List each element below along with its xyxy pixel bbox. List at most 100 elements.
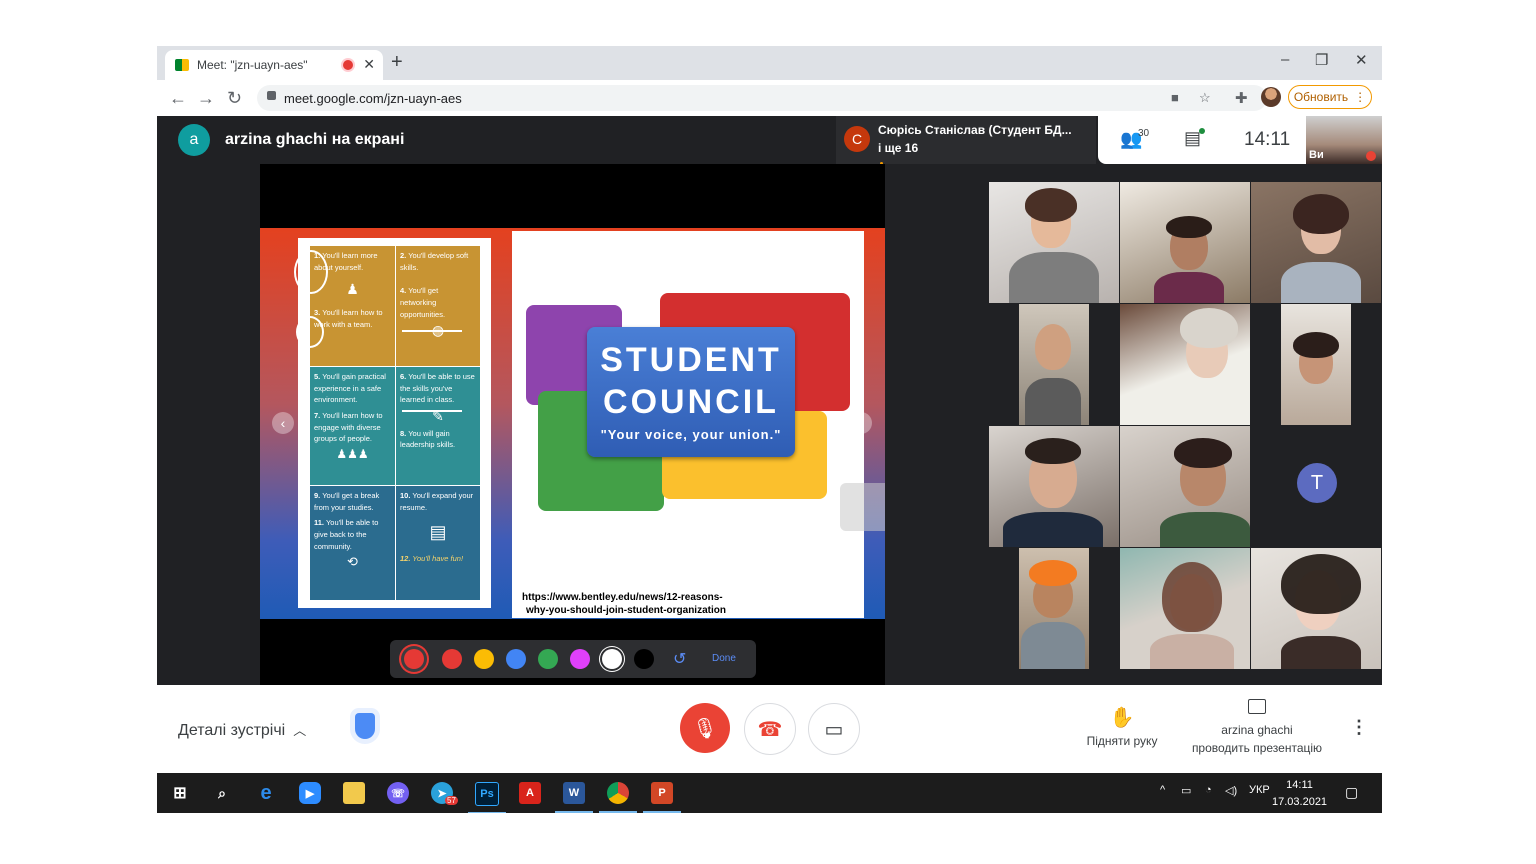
update-button[interactable]: Обновить ⋮ bbox=[1288, 85, 1372, 109]
close-window-icon[interactable]: ✕ bbox=[1355, 51, 1368, 69]
infographic-cell: 6. You'll be able to use the skills you'… bbox=[396, 367, 480, 485]
presenting-button[interactable]: arzina ghachi проводить презентацію bbox=[1182, 699, 1332, 757]
participant-tile[interactable] bbox=[1120, 426, 1250, 547]
active-speaker-chip[interactable]: С Сюрісь Станіслав (Студент БД... і ще 1… bbox=[836, 116, 1096, 165]
photoshop-icon[interactable]: Ps bbox=[468, 782, 506, 813]
file-explorer-icon[interactable] bbox=[343, 782, 365, 804]
leave-call-button[interactable]: ☎ bbox=[744, 703, 796, 755]
extensions-icon[interactable]: ✚ bbox=[1235, 89, 1248, 107]
presenter-bar: a arzina ghachi на екрані bbox=[157, 116, 837, 164]
annotation-stroke bbox=[308, 378, 316, 448]
participant-body bbox=[1281, 636, 1361, 669]
resume-icon: ▤ bbox=[429, 522, 447, 543]
volume-icon[interactable]: ◁) bbox=[1225, 784, 1237, 797]
camera-toggle-button[interactable]: ▭ bbox=[808, 703, 860, 755]
pen-color-pink[interactable] bbox=[570, 649, 590, 669]
powerpoint-icon[interactable]: P bbox=[643, 782, 681, 813]
participant-face bbox=[1035, 324, 1071, 370]
meeting-clock: 14:11 bbox=[1244, 129, 1291, 150]
participant-hair bbox=[1281, 554, 1361, 614]
participant-tile[interactable] bbox=[1120, 304, 1250, 425]
council-line2: COUNCIL bbox=[603, 383, 779, 421]
acrobat-icon[interactable]: A bbox=[519, 782, 541, 804]
mic-off-icon: 🎙 bbox=[692, 717, 718, 740]
minimize-icon[interactable]: – bbox=[1281, 51, 1289, 68]
source-url-line2: why-you-should-join-student-organization bbox=[526, 605, 726, 616]
raise-hand-button[interactable]: ✋ Підняти руку bbox=[1082, 705, 1162, 748]
pen-selected-icon[interactable] bbox=[404, 649, 424, 669]
presenter-avatar: a bbox=[178, 124, 210, 156]
address-bar[interactable]: meet.google.com/jzn-uayn-aes ■ ☆ bbox=[257, 85, 1267, 111]
pen-color-blue[interactable] bbox=[506, 649, 526, 669]
camera-icon: ▭ bbox=[824, 718, 844, 741]
zoom-icon[interactable]: ▶ bbox=[299, 782, 321, 804]
language-indicator[interactable]: УКР bbox=[1249, 784, 1270, 796]
participant-tile[interactable] bbox=[1120, 548, 1250, 669]
new-tab-icon[interactable]: + bbox=[391, 51, 403, 74]
bookmark-star-icon[interactable]: ☆ bbox=[1199, 90, 1211, 106]
word-icon[interactable]: W bbox=[555, 782, 593, 813]
pen-color-tray: ↺ Done bbox=[390, 640, 756, 678]
participant-tile[interactable] bbox=[989, 304, 1119, 425]
raise-hand-label: Підняти руку bbox=[1086, 734, 1158, 748]
source-url-line1: https://www.bentley.edu/news/12-reasons- bbox=[522, 592, 723, 603]
restore-icon[interactable]: ❐ bbox=[1315, 51, 1328, 69]
meeting-details-button[interactable]: Деталі зустрічі ︿ bbox=[178, 720, 306, 740]
participant-tile[interactable] bbox=[1251, 182, 1381, 303]
forward-icon[interactable]: → bbox=[197, 88, 215, 109]
participant-hair bbox=[1025, 188, 1077, 222]
top-controls: 👥 30 ▤ 14:11 bbox=[1098, 116, 1306, 164]
pen-color-yellow[interactable] bbox=[474, 649, 494, 669]
browser-toolbar: ← → ↻ meet.google.com/jzn-uayn-aes ■ ☆ ✚… bbox=[157, 80, 1382, 116]
back-icon[interactable]: ← bbox=[169, 88, 187, 109]
camera-in-use-icon[interactable]: ■ bbox=[1171, 90, 1179, 105]
taskbar-clock[interactable]: 14:11 17.03.2021 bbox=[1272, 777, 1327, 810]
participant-tile[interactable] bbox=[1251, 548, 1381, 669]
participant-avatar-t[interactable]: T bbox=[1297, 463, 1337, 503]
meet-favicon-icon bbox=[175, 59, 189, 71]
notifications-icon[interactable]: ▢ bbox=[1345, 784, 1358, 801]
windows-start-icon[interactable]: ⊞ bbox=[169, 782, 191, 804]
show-hidden-icons-icon[interactable]: ^ bbox=[1160, 784, 1165, 796]
profile-avatar[interactable] bbox=[1261, 87, 1281, 107]
slide: 1. You'll learn more about yourself. ♟ 3… bbox=[260, 228, 885, 619]
participant-tile[interactable] bbox=[989, 548, 1119, 669]
reload-icon[interactable]: ↻ bbox=[227, 88, 242, 109]
slide-side-handle[interactable] bbox=[840, 483, 885, 531]
chrome-icon[interactable] bbox=[599, 782, 637, 813]
close-tab-icon[interactable]: ✕ bbox=[363, 56, 375, 73]
host-controls-shield-icon[interactable] bbox=[355, 713, 375, 739]
mute-mic-button[interactable]: 🎙 bbox=[680, 703, 730, 753]
participant-tile[interactable] bbox=[1251, 304, 1381, 425]
pen-color-green[interactable] bbox=[538, 649, 558, 669]
participant-body bbox=[1021, 622, 1085, 669]
next-slide-icon[interactable]: › bbox=[850, 412, 872, 434]
lock-icon bbox=[267, 91, 276, 100]
battery-icon[interactable]: ▭ bbox=[1181, 784, 1191, 797]
screen-frame: Meet: "jzn-uayn-aes" ✕ + – ❐ ✕ ← → ↻ mee… bbox=[157, 46, 1382, 813]
done-button[interactable]: Done bbox=[712, 653, 736, 664]
council-line1: STUDENT bbox=[600, 341, 782, 379]
pen-color-white[interactable] bbox=[602, 649, 622, 669]
pen-color-red[interactable] bbox=[442, 649, 462, 669]
viber-icon[interactable]: ☏ bbox=[387, 782, 409, 804]
participant-tile[interactable] bbox=[989, 426, 1119, 547]
participant-tile[interactable] bbox=[989, 182, 1119, 303]
prev-slide-icon[interactable]: ‹ bbox=[272, 412, 294, 434]
pen-color-black[interactable] bbox=[634, 649, 654, 669]
participant-hair bbox=[1166, 216, 1212, 238]
browser-tab-meet[interactable]: Meet: "jzn-uayn-aes" ✕ bbox=[165, 50, 383, 80]
more-options-icon[interactable]: ⋮ bbox=[1350, 717, 1368, 738]
edge-icon[interactable]: e bbox=[255, 782, 277, 804]
participant-hair bbox=[1180, 308, 1238, 348]
presentation-area: 1. You'll learn more about yourself. ♟ 3… bbox=[260, 164, 885, 685]
council-tagline: "Your voice, your union." bbox=[600, 427, 782, 442]
hang-up-icon: ☎ bbox=[757, 718, 783, 741]
self-view-tile[interactable]: Ви bbox=[1306, 116, 1382, 164]
wifi-icon[interactable]: ◔ bbox=[1205, 784, 1212, 796]
search-icon[interactable]: ⌕ bbox=[211, 782, 233, 804]
undo-icon[interactable]: ↺ bbox=[673, 649, 686, 669]
participant-tile[interactable] bbox=[1120, 182, 1250, 303]
participant-turban bbox=[1029, 560, 1077, 586]
participant-body bbox=[1009, 252, 1099, 303]
